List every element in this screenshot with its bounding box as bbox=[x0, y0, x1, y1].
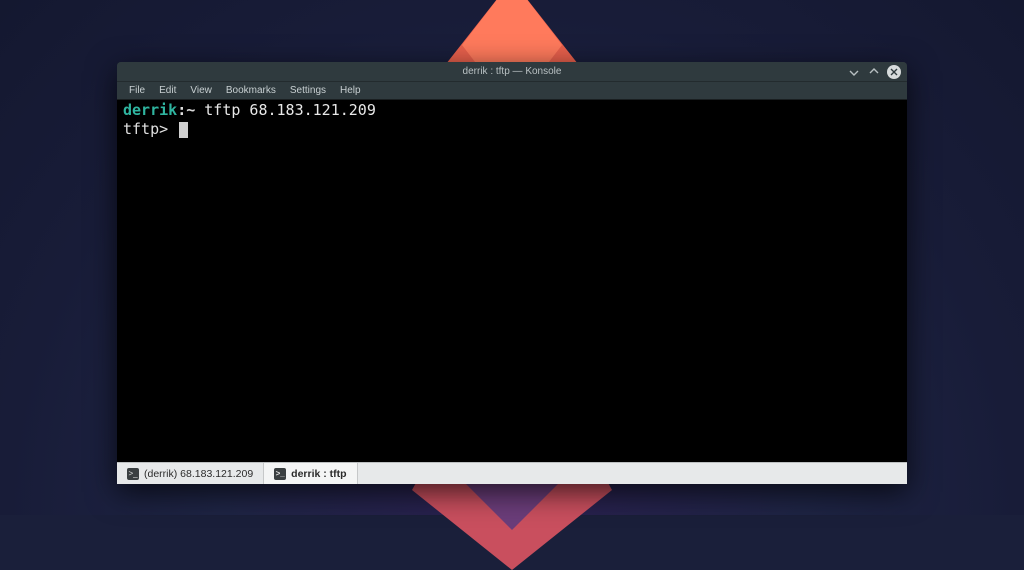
cursor-icon bbox=[179, 122, 188, 138]
menubar: File Edit View Bookmarks Settings Help bbox=[117, 82, 907, 100]
terminal-icon: >_ bbox=[274, 468, 286, 480]
terminal-line-1: derrik:~ tftp 68.183.121.209 bbox=[123, 101, 901, 120]
window-title: derrik : tftp — Konsole bbox=[463, 66, 562, 77]
terminal-line-2: tftp> bbox=[123, 120, 901, 139]
menu-file[interactable]: File bbox=[123, 83, 151, 98]
window-controls bbox=[847, 62, 901, 81]
command-text: tftp 68.183.121.209 bbox=[204, 101, 376, 119]
tab-bar: >_ (derrik) 68.183.121.209 >_ derrik : t… bbox=[117, 462, 907, 484]
menu-bookmarks[interactable]: Bookmarks bbox=[220, 83, 282, 98]
tab-label: (derrik) 68.183.121.209 bbox=[144, 468, 253, 480]
close-button[interactable] bbox=[887, 65, 901, 79]
minimize-button[interactable] bbox=[847, 65, 861, 79]
menu-help[interactable]: Help bbox=[334, 83, 367, 98]
konsole-window: derrik : tftp — Konsole File Edit View B… bbox=[117, 62, 907, 484]
prompt-colon: : bbox=[177, 101, 186, 119]
tab-label: derrik : tftp bbox=[291, 468, 346, 480]
window-titlebar[interactable]: derrik : tftp — Konsole bbox=[117, 62, 907, 82]
terminal-area[interactable]: derrik:~ tftp 68.183.121.209tftp> bbox=[117, 100, 907, 462]
menu-view[interactable]: View bbox=[184, 83, 218, 98]
tftp-prompt: tftp> bbox=[123, 120, 168, 138]
terminal-icon: >_ bbox=[127, 468, 139, 480]
maximize-button[interactable] bbox=[867, 65, 881, 79]
menu-settings[interactable]: Settings bbox=[284, 83, 332, 98]
tab-session-2[interactable]: >_ derrik : tftp bbox=[264, 463, 357, 484]
menu-edit[interactable]: Edit bbox=[153, 83, 182, 98]
prompt-user: derrik bbox=[123, 101, 177, 119]
tab-session-1[interactable]: >_ (derrik) 68.183.121.209 bbox=[117, 463, 264, 484]
prompt-path: ~ bbox=[186, 101, 195, 119]
